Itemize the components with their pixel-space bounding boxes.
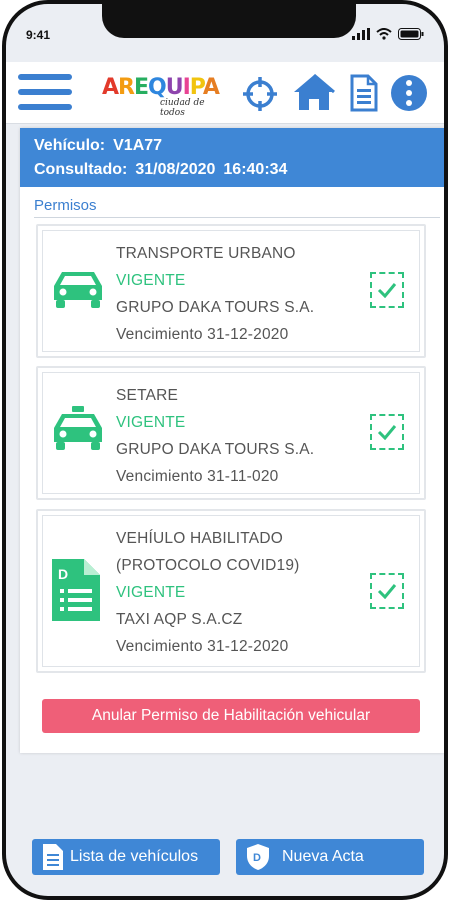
document-icon[interactable]	[350, 74, 378, 112]
svg-text:D: D	[58, 566, 68, 582]
status-icons	[352, 28, 424, 40]
wifi-icon	[376, 28, 392, 40]
phone-frame: 9:41 AREQUIPA ciudad de todos Vehículo: …	[2, 0, 448, 900]
permit-status: VIGENTE	[116, 414, 186, 431]
permit-title: VEHÍULO HABILITADO	[116, 530, 283, 547]
permit-expiry: Vencimiento 31-11-020	[116, 468, 279, 485]
target-icon[interactable]	[242, 76, 278, 112]
permit-status: VIGENTE	[116, 584, 186, 601]
new-act-button[interactable]: D Nueva Acta	[236, 839, 424, 875]
permit-company: TAXI AQP S.A.CZ	[116, 611, 243, 628]
permit-expiry: Vencimiento 31-12-2020	[116, 638, 289, 655]
top-navigation-bar: AREQUIPA ciudad de todos	[6, 62, 444, 124]
svg-text:D: D	[253, 852, 261, 864]
consulted-date: 31/08/2020	[135, 161, 216, 178]
permit-check-icon	[370, 272, 404, 308]
home-icon[interactable]	[292, 72, 336, 112]
signal-icon	[352, 28, 370, 40]
consulted-time: 16:40:34	[223, 161, 288, 178]
permit-title: SETARE	[116, 387, 179, 404]
more-icon[interactable]	[390, 74, 428, 112]
vehicles-list-button[interactable]: Lista de vehículos	[32, 839, 220, 875]
permit-details: TRANSPORTE URBANO VIGENTE GRUPO DAKA TOU…	[116, 240, 314, 348]
permit-title: TRANSPORTE URBANO	[116, 245, 296, 262]
new-act-label: Nueva Acta	[282, 848, 364, 865]
permit-company: GRUPO DAKA TOURS S.A.	[116, 299, 315, 316]
permit-card[interactable]: TRANSPORTE URBANO VIGENTE GRUPO DAKA TOU…	[36, 224, 426, 358]
permit-card[interactable]: SETARE VIGENTE GRUPO DAKA TOURS S.A. Ven…	[36, 366, 426, 500]
vehicle-label: Vehículo:	[34, 137, 106, 154]
permit-expiry: Vencimiento 31-12-2020	[116, 326, 289, 343]
permit-status: VIGENTE	[116, 272, 186, 289]
phone-notch	[102, 4, 356, 38]
permit-company: GRUPO DAKA TOURS S.A.	[116, 441, 315, 458]
list-document-icon	[42, 843, 64, 871]
consulted-label: Consultado:	[34, 161, 128, 178]
permit-card[interactable]: D VEHÍULO HABILITADO (PROTOCOLO COVID19)…	[36, 509, 426, 673]
vehicles-list-label: Lista de vehículos	[70, 848, 199, 865]
menu-icon[interactable]	[18, 74, 72, 114]
permit-title-line2: (PROTOCOLO COVID19)	[116, 557, 300, 574]
permit-check-icon	[370, 414, 404, 450]
battery-icon	[398, 28, 424, 40]
vehicle-header: Vehículo: V1A77 Consultado: 31/08/2020 16:4…	[20, 128, 444, 187]
logo-subtitle: ciudad de todos	[160, 98, 205, 118]
permits-section-title: Permisos	[34, 197, 97, 214]
section-divider	[34, 217, 440, 218]
permit-details: SETARE VIGENTE GRUPO DAKA TOURS S.A. Ven…	[116, 382, 314, 490]
annul-permit-button[interactable]: Anular Permiso de Habilitación vehicular	[42, 699, 420, 733]
shield-icon: D	[246, 843, 270, 871]
status-time: 9:41	[26, 28, 51, 42]
permit-check-icon	[370, 573, 404, 609]
arequipa-logo: AREQUIPA ciudad de todos	[102, 74, 220, 118]
car-icon	[54, 272, 102, 308]
taxi-icon	[54, 406, 102, 450]
vehicle-id: V1A77	[113, 137, 163, 154]
document-icon: D	[52, 559, 100, 621]
vehicle-permits-card: Vehículo: V1A77 Consultado: 31/08/2020 16:4…	[20, 128, 444, 753]
permit-details: VEHÍULO HABILITADO (PROTOCOLO COVID19) V…	[116, 525, 300, 660]
